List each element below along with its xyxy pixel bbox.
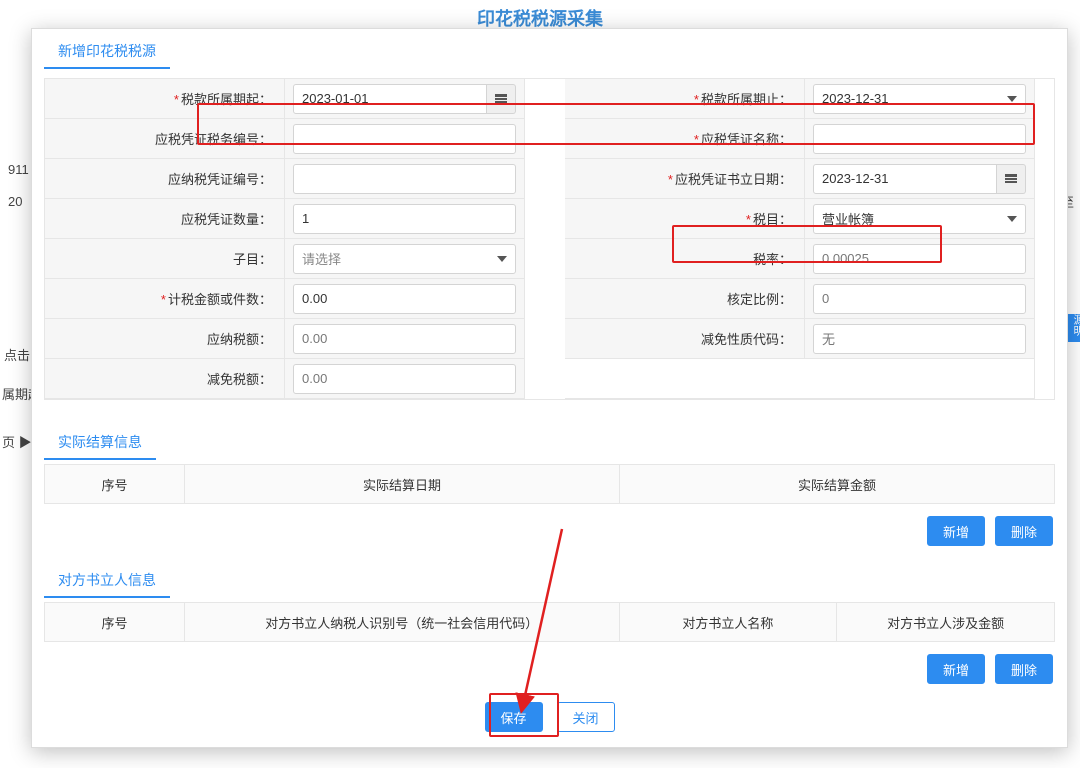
chevron-down-icon	[497, 256, 507, 262]
period-to-select[interactable]: 2023-12-31	[813, 84, 1026, 114]
counterparty-table: 序号 对方书立人纳税人识别号（统一社会信用代码） 对方书立人名称 对方书立人涉及…	[44, 602, 1055, 642]
label-exempt-amt: 减免税额：	[207, 369, 272, 388]
cert-name-input[interactable]	[813, 124, 1026, 154]
section-title-counterparty: 对方书立人信息	[44, 558, 170, 598]
counterparty-add-button[interactable]: 新增	[927, 654, 985, 684]
tax-basis-input[interactable]	[293, 284, 516, 314]
dialog-stamp-tax-source: 新增印花税税源 税款所属期起： 税款所属期止： 2023-12-31 应税凭证税…	[31, 28, 1068, 748]
chevron-down-icon	[1007, 96, 1017, 102]
label-tax-payable: 应纳税额：	[207, 329, 272, 348]
label-period-from: 税款所属期起：	[174, 89, 272, 108]
cert-qty-input[interactable]	[293, 204, 516, 234]
col-cp-sn: 序号	[45, 603, 185, 641]
settlement-add-button[interactable]: 新增	[927, 516, 985, 546]
section-title-add: 新增印花税税源	[44, 29, 170, 69]
label-exempt-code: 减免性质代码：	[701, 329, 792, 348]
col-cp-amount: 对方书立人涉及金额	[837, 603, 1054, 641]
label-tax-item: 税目：	[746, 209, 792, 228]
tax-item-select[interactable]: 营业帐簿	[813, 204, 1026, 234]
close-button[interactable]: 关闭	[557, 702, 615, 732]
form-zone: 税款所属期起： 税款所属期止： 2023-12-31 应税凭证税务编号： 应税凭…	[32, 70, 1067, 400]
label-tax-basis: 计税金额或件数：	[161, 289, 272, 308]
bg-code: 911	[8, 162, 29, 177]
col-cp-name: 对方书立人名称	[620, 603, 838, 641]
bg-year: 20	[8, 194, 22, 209]
label-tax-rate: 税率：	[753, 249, 792, 268]
assess-ratio-input	[813, 284, 1026, 314]
calendar-icon[interactable]	[487, 84, 516, 114]
col-settle-amount: 实际结算金额	[620, 465, 1054, 503]
save-button[interactable]: 保存	[485, 702, 543, 732]
label-tax-certno: 应纳税凭证编号：	[168, 169, 272, 188]
counterparty-delete-button[interactable]: 删除	[995, 654, 1053, 684]
cert-date-input[interactable]	[813, 164, 997, 194]
tax-rate-input	[813, 244, 1026, 274]
label-cert-taxno: 应税凭证税务编号：	[155, 129, 272, 148]
exempt-amt-input	[293, 364, 516, 394]
label-cert-qty: 应税凭证数量：	[181, 209, 272, 228]
sub-item-select[interactable]: 请选择	[293, 244, 516, 274]
cert-taxno-input[interactable]	[293, 124, 516, 154]
settlement-delete-button[interactable]: 删除	[995, 516, 1053, 546]
bg-hint: 点击	[4, 345, 30, 364]
col-cp-taxid: 对方书立人纳税人识别号（统一社会信用代码）	[185, 603, 620, 641]
label-assess-ratio: 核定比例：	[727, 289, 792, 308]
label-cert-name: 应税凭证名称：	[694, 129, 792, 148]
label-sub-item: 子目：	[233, 249, 272, 268]
calendar-icon[interactable]	[997, 164, 1026, 194]
col-settle-date: 实际结算日期	[185, 465, 620, 503]
bg-pager: 页 ▶	[2, 432, 32, 451]
period-from-input[interactable]	[293, 84, 487, 114]
settlement-table: 序号 实际结算日期 实际结算金额	[44, 464, 1055, 504]
exempt-code-input	[813, 324, 1026, 354]
col-sn: 序号	[45, 465, 185, 503]
label-period-to: 税款所属期止：	[694, 89, 792, 108]
tax-certno-input[interactable]	[293, 164, 516, 194]
section-title-settlement: 实际结算信息	[44, 420, 156, 460]
chevron-down-icon	[1007, 216, 1017, 222]
tax-payable-input	[293, 324, 516, 354]
label-cert-date: 应税凭证书立日期：	[668, 169, 792, 188]
